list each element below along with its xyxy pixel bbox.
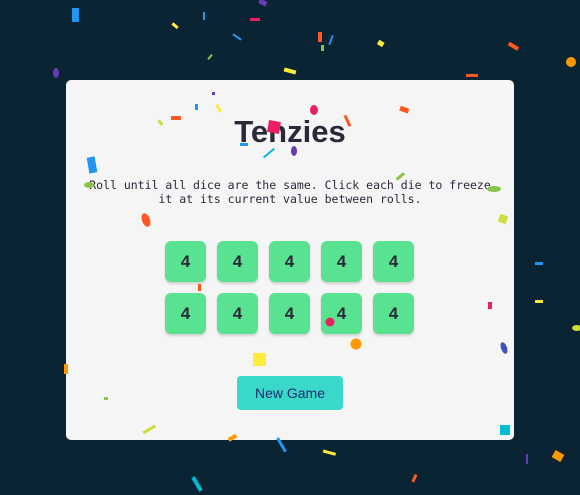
die-5[interactable]: 4 [373,241,414,282]
confetti-piece [322,449,337,456]
confetti-piece [535,262,543,265]
die-7[interactable]: 4 [217,293,258,334]
new-game-button[interactable]: New Game [237,376,343,410]
confetti-piece [72,8,79,22]
confetti-piece [171,22,179,30]
die-9[interactable]: 4 [321,293,362,334]
confetti-piece [283,67,297,75]
die-1[interactable]: 4 [165,241,206,282]
confetti-piece [466,74,478,77]
confetti-piece [191,476,203,492]
confetti-piece [203,12,205,20]
die-8[interactable]: 4 [269,293,310,334]
game-instructions: Roll until all dice are the same. Click … [89,178,491,206]
confetti-piece [232,33,242,41]
dice-grid: 4 4 4 4 4 4 4 4 4 4 [165,241,414,334]
confetti-piece [207,54,213,60]
confetti-piece [328,34,334,46]
confetti-piece [526,454,528,464]
game-card: Tenzies Roll until all dice are the same… [66,80,514,440]
confetti-piece [411,473,418,483]
game-title: Tenzies [234,114,346,149]
confetti-piece [258,0,268,7]
die-2[interactable]: 4 [217,241,258,282]
confetti-piece [507,41,520,51]
die-10[interactable]: 4 [373,293,414,334]
confetti-piece [376,39,385,48]
die-4[interactable]: 4 [321,241,362,282]
confetti-piece [321,45,324,51]
confetti-piece [318,32,322,42]
confetti-piece [250,18,260,21]
die-6[interactable]: 4 [165,293,206,334]
die-3[interactable]: 4 [269,241,310,282]
confetti-piece [53,68,59,78]
confetti-piece [572,325,580,331]
confetti-piece [535,300,543,303]
confetti-piece [551,450,565,462]
confetti-piece [566,57,576,67]
